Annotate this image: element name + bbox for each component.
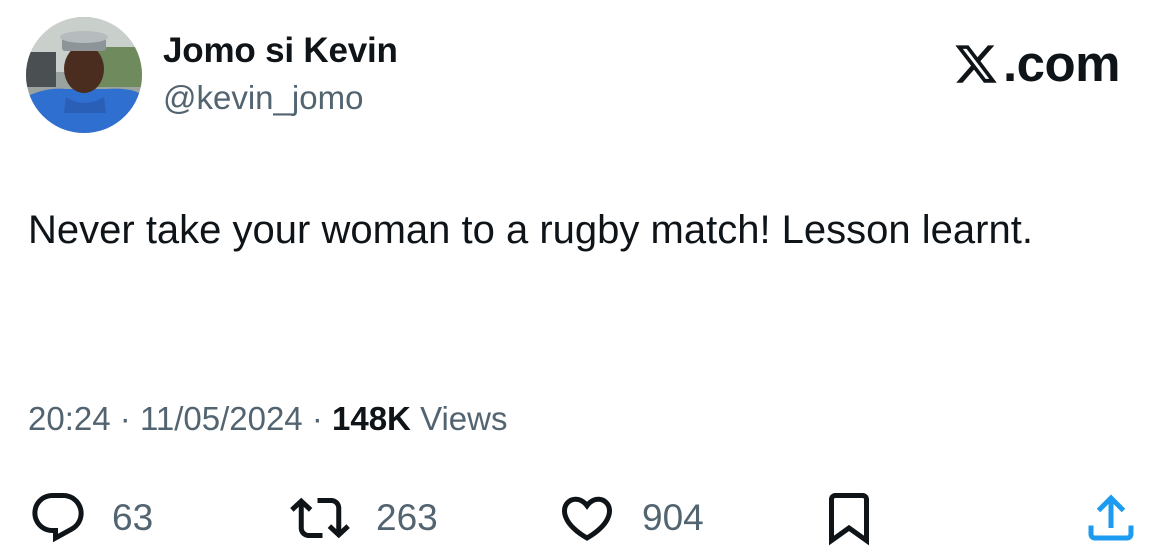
repost-icon [290,497,350,539]
bookmark-button[interactable] [818,488,880,548]
reply-icon [32,493,84,543]
like-button[interactable]: 904 [554,488,704,548]
reply-button[interactable]: 63 [26,488,153,548]
avatar[interactable] [26,17,142,133]
action-bar: 63 263 904 [0,488,1170,548]
views-count: 148K [332,400,411,437]
like-count: 904 [642,497,704,538]
brand-logo: .com [951,34,1121,94]
tweet-text: Never take your woman to a rugby match! … [28,208,1033,252]
tweet-time[interactable]: 20:24 [28,400,111,437]
repost-count: 263 [376,497,438,538]
bookmark-icon [829,493,869,546]
share-button[interactable] [1080,488,1142,548]
repost-button[interactable]: 263 [286,488,438,548]
meta-separator: · [119,400,131,437]
tweet-date[interactable]: 11/05/2024 [140,400,303,437]
author-display-name[interactable]: Jomo si Kevin [163,30,398,72]
tweet-card: Jomo si Kevin @kevin_jomo .com Never tak… [0,0,1170,551]
meta-separator: · [311,400,323,437]
author-handle[interactable]: @kevin_jomo [163,78,363,118]
views-label: Views [420,400,508,437]
tweet-metadata: 20:24 · 11/05/2024 · 148K Views [28,397,508,441]
reply-count: 63 [112,497,154,538]
share-icon [1088,494,1134,541]
brand-domain-text: .com [1002,35,1121,92]
x-logo-icon [955,45,997,83]
heart-icon [561,496,613,541]
profile-photo [26,17,142,133]
